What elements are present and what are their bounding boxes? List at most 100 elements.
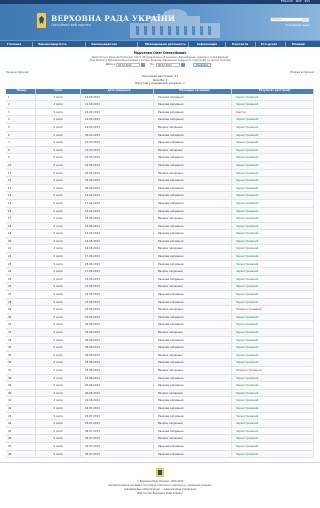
- row-number: 33: [6, 336, 36, 344]
- row-sitting: Ранкове засідання: [154, 260, 232, 268]
- row-result: Зареєстрований: [232, 420, 314, 427]
- row-session: 2 сесія: [36, 146, 81, 154]
- row-sitting: Вечірнє засідання: [154, 123, 232, 131]
- row-number: 22: [6, 253, 36, 260]
- table-row: 22 2 сесія 17.05.2013 Ранкове засідання Заре…: [6, 253, 314, 261]
- row-result: Зареєстрований: [232, 291, 314, 298]
- row-sitting: Ранкове засідання: [154, 298, 232, 306]
- row-sitting: Ранкове засідання: [154, 101, 232, 108]
- table-row: 47 2 сесія 04.07.2013 Ранкове засідання Заре…: [6, 442, 314, 451]
- row-number: 38: [6, 374, 36, 382]
- table-row: 92 сесія 22.03.2013 Ранкове засідання Зареє…: [6, 154, 314, 162]
- search-button[interactable]: [302, 17, 309, 22]
- row-session: 2 сесія: [36, 230, 81, 237]
- table-row: 43 2 сесія 03.07.2013 Ранкове засідання Заре…: [6, 412, 314, 421]
- row-result: Зареєстрований: [232, 184, 314, 192]
- row-session: 2 сесія: [36, 450, 81, 458]
- row-date: 18.06.2013: [81, 366, 154, 374]
- row-number: 46: [6, 435, 36, 442]
- row-date: 17.05.2013: [81, 253, 154, 260]
- row-sitting: Ранкове засідання: [154, 412, 232, 420]
- row-number: 44: [6, 420, 36, 427]
- row-session: 2 сесія: [36, 351, 81, 359]
- next-faction-link[interactable]: Вперед до фракції: [291, 71, 314, 74]
- table-row: 17 2 сесія 18.04.2013 Вечірнє засідання Заре…: [6, 215, 314, 223]
- date-from-label: Дата з: [106, 63, 115, 67]
- table-row: 62 сесія 20.03.2013 Ранкове засідання Зареє…: [6, 131, 314, 140]
- row-result: Зареєстрований: [232, 268, 314, 275]
- table-row: 41 2 сесія 21.06.2013 Ранкове засідання Заре…: [6, 397, 314, 405]
- table-row: 45 2 сесія 04.07.2013 Ранкове засідання Заре…: [6, 427, 314, 436]
- site-footer: © Верховна Рада України, 1994-2013 Автом…: [0, 462, 320, 508]
- row-result: Зареєстрований: [232, 177, 314, 184]
- row-number: 41: [6, 397, 36, 404]
- row-number: 5: [6, 123, 36, 131]
- row-session: 2 сесія: [36, 283, 81, 291]
- row-sitting: Ранкове засідання: [154, 108, 232, 116]
- date-filter: Дата з 02.12.2012 По 06.07.2013 Показати: [6, 63, 314, 68]
- row-result: Зареєстрований: [232, 427, 314, 435]
- table-row: 52 сесія 19.03.2013 Вечірнє засідання Зареє…: [6, 123, 314, 132]
- prev-faction-link[interactable]: Назад до фракцій: [6, 71, 29, 74]
- row-date: 20.03.2013: [81, 131, 154, 139]
- row-date: 04.07.2013: [81, 442, 154, 450]
- date-to-input[interactable]: 06.07.2013: [156, 63, 180, 67]
- row-sitting: Ранкове засідання: [154, 139, 232, 146]
- row-result: Зареєстрований: [232, 123, 314, 131]
- table-row: 32 2 сесія 04.06.2013 Вечірнє засідання Заре…: [6, 329, 314, 337]
- row-session: 2 сесія: [36, 291, 81, 298]
- table-row: 22 сесія 21.03.2013 Ранкове засідання Зареє…: [6, 101, 314, 109]
- table-row: 72 сесія 21.03.2013 Ранкове засідання Зареє…: [6, 139, 314, 147]
- row-number: 29: [6, 306, 36, 313]
- row-number: 25: [6, 275, 36, 283]
- date-from-input[interactable]: 02.12.2012: [116, 63, 140, 67]
- table-row: 14 2 сесія 16.04.2013 Ранкове засідання Заре…: [6, 192, 314, 200]
- row-number: 42: [6, 404, 36, 412]
- row-date: 03.07.2013: [81, 420, 154, 427]
- advanced-search-link[interactable]: Розширений пошук: [286, 24, 310, 27]
- row-result: Зареєстрований: [232, 161, 314, 169]
- row-number: 32: [6, 329, 36, 336]
- row-result: Зареєстрований: [232, 382, 314, 389]
- row-number: 10: [6, 161, 36, 169]
- row-date: 03.07.2013: [81, 412, 154, 420]
- table-row: 11 2 сесія 03.04.2013 Вечірнє засідання Заре…: [6, 169, 314, 178]
- row-date: 06.06.2013: [81, 344, 154, 351]
- calendar-icon[interactable]: [181, 63, 185, 67]
- table-row: 26 2 сесія 21.05.2013 Вечірнє засідання Заре…: [6, 283, 314, 292]
- show-button[interactable]: Показати: [193, 63, 211, 68]
- row-date: 18.05.2013: [81, 260, 154, 268]
- row-number: 48: [6, 450, 36, 458]
- row-date: 21.03.2013: [81, 139, 154, 146]
- row-result: Незареєстрований: [232, 306, 314, 313]
- row-number: 14: [6, 192, 36, 199]
- calendar-icon[interactable]: [141, 63, 145, 67]
- table-row: 42 2 сесія 02.07.2013 Ранкове засідання Заре…: [6, 404, 314, 413]
- row-session: 2 сесія: [36, 237, 81, 245]
- row-date: 18.04.2013: [81, 215, 154, 222]
- row-date: 24.05.2013: [81, 313, 154, 321]
- row-sitting: Ранкове засідання: [154, 291, 232, 298]
- table-row: 12 сесія 19.03.2013 Ранкове засідання Зареє…: [6, 93, 314, 102]
- table-row: 24 2 сесія 17.05.2013 Вечірнє засідання Заре…: [6, 268, 314, 276]
- footer-line[interactable]: Веб-портал Верховної Ради України: [0, 492, 320, 495]
- row-sitting: Ранкове засідання: [154, 184, 232, 192]
- row-date: 21.05.2013: [81, 283, 154, 291]
- coat-of-arms-icon[interactable]: [37, 13, 46, 28]
- row-number: 11: [6, 169, 36, 177]
- row-session: 2 сесія: [36, 222, 81, 230]
- row-result: Зареєстрований: [232, 298, 314, 306]
- table-row: 10 2 сесія 02.04.2013 Ранкове засідання Заре…: [6, 161, 314, 170]
- row-date: 20.06.2013: [81, 389, 154, 397]
- row-number: 19: [6, 230, 36, 237]
- row-result: Зареєстрований: [232, 397, 314, 404]
- row-sitting: Ранкове засідання: [154, 161, 232, 169]
- table-row: 82 сесія 21.03.2013 Вечірнє засідання Зареє…: [6, 146, 314, 155]
- row-result: Зареєстрований: [232, 321, 314, 328]
- row-sitting: Вечірнє засідання: [154, 245, 232, 253]
- site-title[interactable]: ВЕРХОВНА РАДА УКРАЇНИ: [51, 14, 175, 23]
- row-number: 31: [6, 321, 36, 328]
- row-session: 2 сесія: [36, 131, 81, 139]
- row-result: Зареєстрований: [232, 351, 314, 359]
- row-number: 3: [6, 108, 36, 116]
